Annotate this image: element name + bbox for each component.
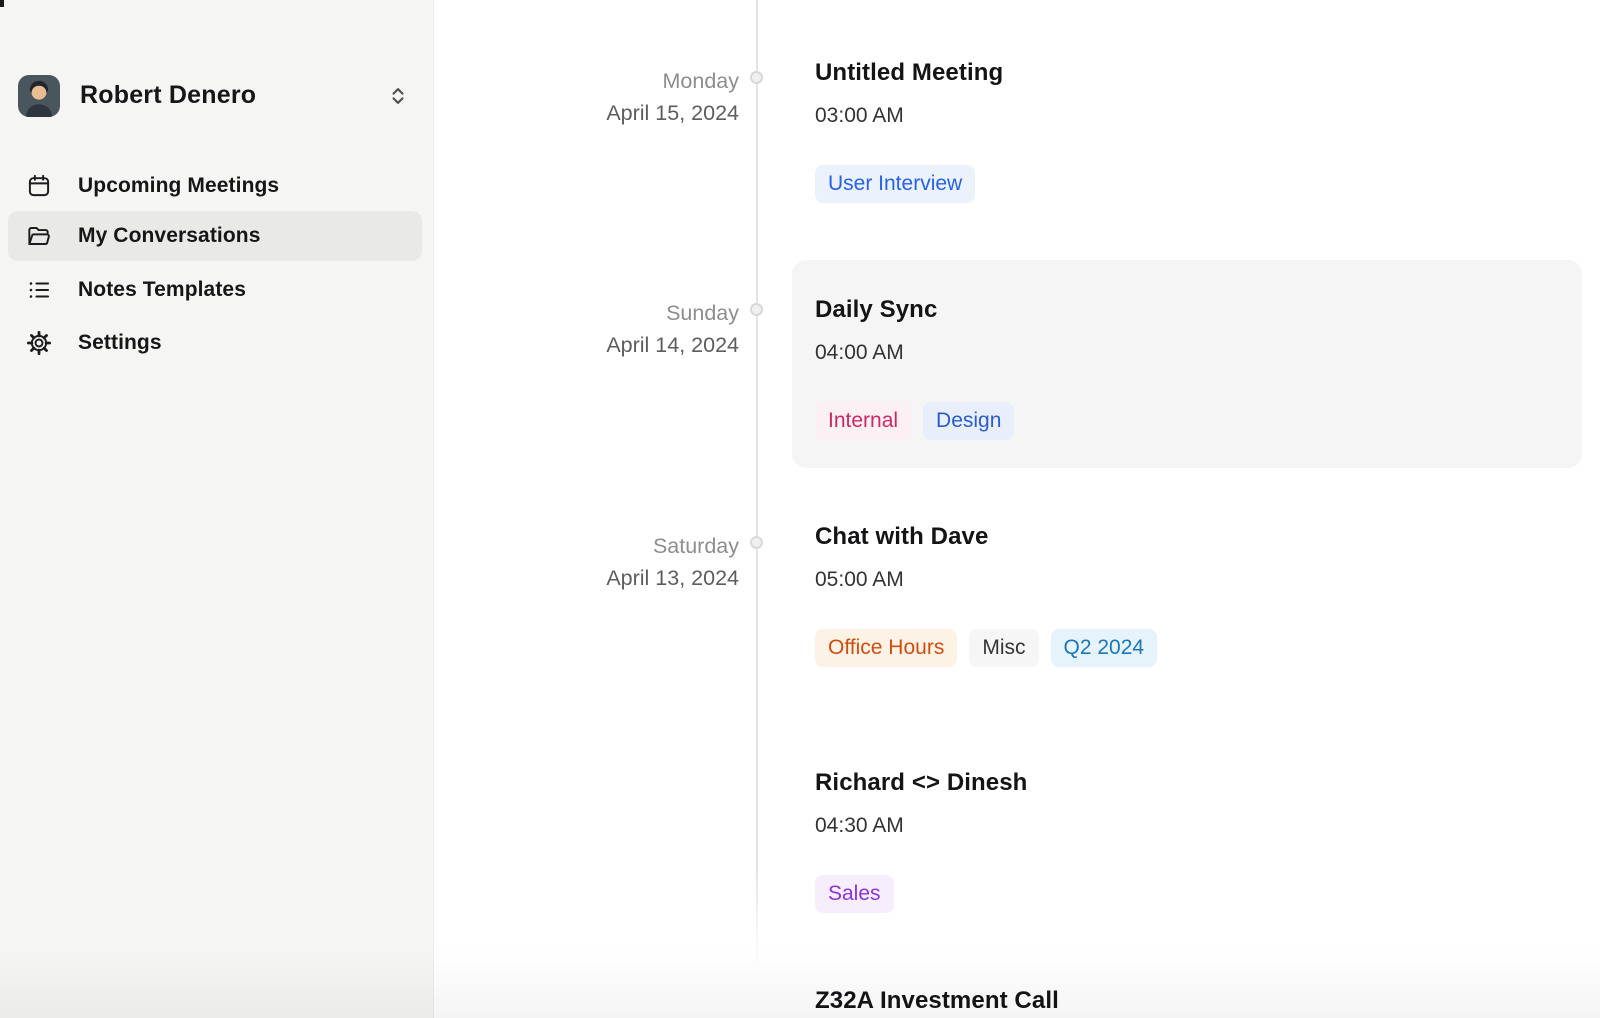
tag-sales[interactable]: Sales xyxy=(815,875,894,913)
meeting-tags: Office Hours Misc Q2 2024 xyxy=(815,629,1157,667)
meeting-item[interactable]: Untitled Meeting 03:00 AM User Interview xyxy=(815,58,1003,203)
timeline-date-label: April 15, 2024 xyxy=(439,97,739,129)
timeline-date-group: SaturdayApril 13, 2024 xyxy=(439,530,739,594)
user-name: Robert Denero xyxy=(80,81,256,110)
avatar xyxy=(18,75,60,117)
meeting-item[interactable]: Daily Sync 04:00 AM Internal Design xyxy=(815,295,1014,440)
conversations-timeline[interactable]: MondayApril 15, 2024 SundayApril 14, 2024… xyxy=(435,0,1600,1018)
timeline-line xyxy=(756,0,758,968)
chevron-updown-icon[interactable] xyxy=(386,84,410,108)
meeting-time: 05:00 AM xyxy=(815,567,1157,593)
timeline-day-label: Sunday xyxy=(439,297,739,329)
tag-design[interactable]: Design xyxy=(923,402,1014,440)
list-icon xyxy=(26,277,52,303)
sidebar-item-label: Upcoming Meetings xyxy=(78,174,279,198)
meeting-title: Chat with Dave xyxy=(815,522,1157,551)
tag-q2-2024[interactable]: Q2 2024 xyxy=(1051,629,1158,667)
tag-office-hours[interactable]: Office Hours xyxy=(815,629,957,667)
meeting-tags: User Interview xyxy=(815,165,1003,203)
meeting-time: 04:00 AM xyxy=(815,340,1014,366)
timeline-day-label: Saturday xyxy=(439,530,739,562)
timeline-date-group: MondayApril 15, 2024 xyxy=(439,65,739,129)
screen-artifact xyxy=(0,0,4,7)
timeline-date-group: SundayApril 14, 2024 xyxy=(439,297,739,361)
meeting-item[interactable]: Z32A Investment Call xyxy=(815,986,1059,1015)
timeline-date-label: April 13, 2024 xyxy=(439,562,739,594)
meeting-tags: Internal Design xyxy=(815,402,1014,440)
gear-icon xyxy=(26,330,52,356)
timeline-dot xyxy=(750,71,763,84)
sidebar-item-label: My Conversations xyxy=(78,224,260,248)
sidebar-item-label: Notes Templates xyxy=(78,278,246,302)
tag-internal[interactable]: Internal xyxy=(815,402,911,440)
meeting-title: Richard <> Dinesh xyxy=(815,768,1027,797)
meeting-time: 04:30 AM xyxy=(815,813,1027,839)
app-window: Robert Denero Upcoming Meetings My Conver… xyxy=(0,0,1600,1018)
meeting-item[interactable]: Chat with Dave 05:00 AM Office Hours Misc Q2… xyxy=(815,522,1157,667)
timeline-dot xyxy=(750,536,763,549)
meeting-title: Daily Sync xyxy=(815,295,1014,324)
calendar-icon xyxy=(26,173,52,199)
folder-icon xyxy=(26,223,52,249)
sidebar-item-notes-templates[interactable]: Notes Templates xyxy=(8,265,422,315)
sidebar-item-my-conversations[interactable]: My Conversations xyxy=(8,211,422,261)
timeline-date-label: April 14, 2024 xyxy=(439,329,739,361)
sidebar-item-upcoming-meetings[interactable]: Upcoming Meetings xyxy=(8,161,422,211)
meeting-time: 03:00 AM xyxy=(815,103,1003,129)
meeting-item[interactable]: Richard <> Dinesh 04:30 AM Sales xyxy=(815,768,1027,913)
meeting-title: Untitled Meeting xyxy=(815,58,1003,87)
meeting-tags: Sales xyxy=(815,875,1027,913)
sidebar: Robert Denero Upcoming Meetings My Conver… xyxy=(0,0,434,1018)
timeline-day-label: Monday xyxy=(439,65,739,97)
meeting-title: Z32A Investment Call xyxy=(815,986,1059,1015)
sidebar-item-label: Settings xyxy=(78,331,162,355)
timeline-dot xyxy=(750,303,763,316)
tag-misc[interactable]: Misc xyxy=(969,629,1038,667)
tag-user-interview[interactable]: User Interview xyxy=(815,165,975,203)
sidebar-item-settings[interactable]: Settings xyxy=(8,318,422,368)
user-profile[interactable]: Robert Denero xyxy=(0,75,434,117)
